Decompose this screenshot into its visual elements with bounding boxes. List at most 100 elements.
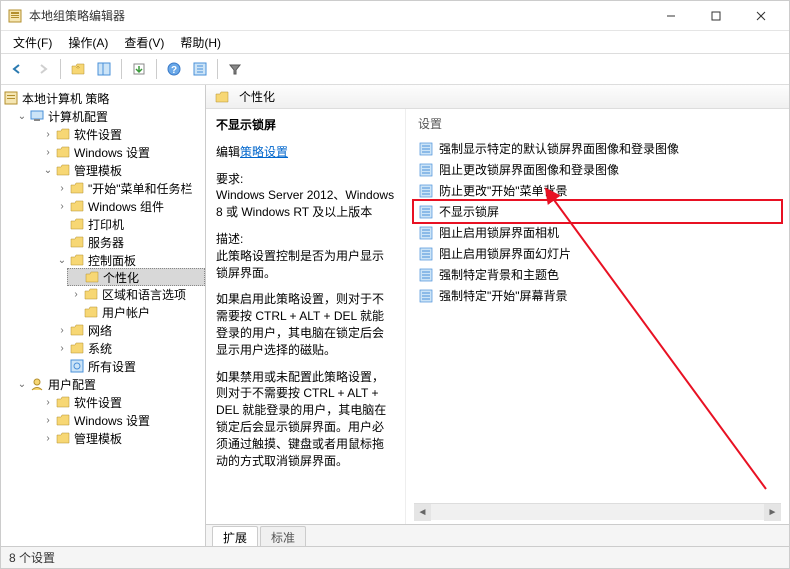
- menu-view[interactable]: 查看(V): [116, 32, 172, 53]
- setting-item[interactable]: 阻止启用锁屏界面幻灯片: [414, 243, 781, 264]
- setting-label: 阻止更改锁屏界面图像和登录图像: [439, 161, 619, 178]
- detail-header: 个性化: [206, 85, 789, 109]
- tree-pane: 本地计算机 策略 ⌄ 计算机配置 ›软件设置 ›Windows 设置 ⌄管理模板…: [1, 85, 206, 546]
- back-button[interactable]: [5, 57, 29, 81]
- setting-label: 强制显示特定的默认锁屏界面图像和登录图像: [439, 140, 679, 157]
- tree-printers[interactable]: 打印机: [53, 215, 205, 233]
- filter-button[interactable]: [223, 57, 247, 81]
- setting-label: 不显示锁屏: [439, 203, 499, 220]
- setting-label: 强制特定"开始"屏幕背景: [439, 287, 568, 304]
- settings-column: 设置 强制显示特定的默认锁屏界面图像和登录图像阻止更改锁屏界面图像和登录图像防止…: [406, 109, 789, 524]
- close-button[interactable]: [738, 2, 783, 30]
- edit-policy-link[interactable]: 策略设置: [240, 145, 288, 159]
- menubar: 文件(F) 操作(A) 查看(V) 帮助(H): [1, 31, 789, 53]
- requirements-text: Windows Server 2012、Windows 8 或 Windows …: [216, 188, 394, 219]
- chevron-right-icon[interactable]: ›: [55, 181, 69, 195]
- tree-network[interactable]: ›网络: [53, 321, 205, 339]
- description-label: 描述:: [216, 232, 243, 246]
- show-hide-tree-button[interactable]: [92, 57, 116, 81]
- chevron-down-icon[interactable]: ⌄: [15, 109, 29, 123]
- horizontal-scrollbar[interactable]: ◄ ►: [414, 503, 781, 520]
- app-icon: [7, 8, 23, 24]
- description-column: 不显示锁屏 编辑策略设置 要求: Windows Server 2012、Wind…: [206, 109, 406, 524]
- up-button[interactable]: [66, 57, 90, 81]
- chevron-down-icon[interactable]: ⌄: [55, 253, 69, 267]
- menu-help[interactable]: 帮助(H): [172, 32, 229, 53]
- tree-user-accounts[interactable]: 用户帐户: [67, 303, 205, 321]
- detail-pane: 个性化 不显示锁屏 编辑策略设置 要求: Windows Server 2012、…: [206, 85, 789, 546]
- detail-header-title: 个性化: [239, 88, 275, 105]
- tree-windows-settings[interactable]: ›Windows 设置: [39, 143, 205, 161]
- statusbar-text: 8 个设置: [9, 549, 55, 566]
- scroll-right-button[interactable]: ►: [764, 504, 781, 521]
- tree-admin-templates[interactable]: ⌄管理模板: [39, 161, 205, 179]
- policy-icon: [418, 162, 434, 178]
- policy-icon: [418, 246, 434, 262]
- setting-item[interactable]: 阻止启用锁屏界面相机: [414, 222, 781, 243]
- setting-label: 防止更改"开始"菜单背景: [439, 182, 568, 199]
- tree-servers[interactable]: 服务器: [53, 233, 205, 251]
- tree-all-settings[interactable]: 所有设置: [53, 357, 205, 375]
- setting-item[interactable]: 强制显示特定的默认锁屏界面图像和登录图像: [414, 138, 781, 159]
- help-button[interactable]: ?: [162, 57, 186, 81]
- setting-item[interactable]: 强制特定背景和主题色: [414, 264, 781, 285]
- description-text-3: 如果禁用或未配置此策略设置，则对于不需要按 CTRL + ALT + DEL 就…: [216, 369, 395, 470]
- tab-standard[interactable]: 标准: [260, 526, 306, 546]
- setting-item[interactable]: 不显示锁屏: [414, 201, 781, 222]
- setting-item[interactable]: 阻止更改锁屏界面图像和登录图像: [414, 159, 781, 180]
- policy-icon: [418, 141, 434, 157]
- requirements-label: 要求:: [216, 172, 243, 186]
- policy-icon: [418, 288, 434, 304]
- tree-software-settings[interactable]: ›软件设置: [39, 125, 205, 143]
- detail-tabs: 扩展 标准: [206, 524, 789, 546]
- chevron-right-icon[interactable]: ›: [55, 341, 69, 355]
- scroll-left-button[interactable]: ◄: [414, 504, 431, 521]
- export-button[interactable]: [127, 57, 151, 81]
- tree-user-config[interactable]: ⌄ 用户配置: [13, 375, 205, 393]
- setting-item[interactable]: 防止更改"开始"菜单背景: [414, 180, 781, 201]
- tree-user-software[interactable]: ›软件设置: [39, 393, 205, 411]
- chevron-right-icon[interactable]: ›: [41, 127, 55, 141]
- tree-control-panel[interactable]: ⌄控制面板: [53, 251, 205, 269]
- selected-policy-title: 不显示锁屏: [216, 117, 395, 134]
- tree-root[interactable]: 本地计算机 策略: [1, 89, 205, 107]
- tree-system[interactable]: ›系统: [53, 339, 205, 357]
- chevron-right-icon[interactable]: ›: [41, 431, 55, 445]
- tree-user-admin[interactable]: ›管理模板: [39, 429, 205, 447]
- description-text-1: 此策略设置控制是否为用户显示锁屏界面。: [216, 249, 384, 280]
- setting-label: 强制特定背景和主题色: [439, 266, 559, 283]
- menu-action[interactable]: 操作(A): [60, 32, 116, 53]
- tree-personalization[interactable]: 个性化: [67, 268, 205, 286]
- chevron-right-icon[interactable]: ›: [55, 323, 69, 337]
- chevron-right-icon[interactable]: ›: [41, 413, 55, 427]
- options-button[interactable]: [188, 57, 212, 81]
- chevron-right-icon[interactable]: ›: [69, 287, 83, 301]
- tree-region-language[interactable]: ›区域和语言选项: [67, 285, 205, 303]
- description-text-2: 如果启用此策略设置，则对于不需要按 CTRL + ALT + DEL 就能登录的…: [216, 291, 395, 358]
- edit-label: 编辑: [216, 145, 240, 159]
- tree-user-windows[interactable]: ›Windows 设置: [39, 411, 205, 429]
- settings-header: 设置: [414, 113, 781, 138]
- menu-file[interactable]: 文件(F): [5, 32, 60, 53]
- window-title: 本地组策略编辑器: [29, 7, 648, 24]
- tab-extended[interactable]: 扩展: [212, 526, 258, 546]
- policy-icon: [418, 267, 434, 283]
- chevron-right-icon[interactable]: ›: [41, 395, 55, 409]
- policy-icon: [418, 183, 434, 199]
- chevron-down-icon[interactable]: ⌄: [15, 377, 29, 391]
- tree-windows-components[interactable]: ›Windows 组件: [53, 197, 205, 215]
- statusbar: 8 个设置: [1, 546, 789, 568]
- minimize-button[interactable]: [648, 2, 693, 30]
- setting-item[interactable]: 强制特定"开始"屏幕背景: [414, 285, 781, 306]
- toolbar: ?: [1, 53, 789, 85]
- chevron-right-icon[interactable]: ›: [41, 145, 55, 159]
- setting-label: 阻止启用锁屏界面幻灯片: [439, 245, 571, 262]
- forward-button[interactable]: [31, 57, 55, 81]
- maximize-button[interactable]: [693, 2, 738, 30]
- policy-icon: [418, 225, 434, 241]
- tree-computer-config[interactable]: ⌄ 计算机配置: [13, 107, 205, 125]
- chevron-right-icon[interactable]: ›: [55, 199, 69, 213]
- chevron-down-icon[interactable]: ⌄: [41, 163, 55, 177]
- setting-label: 阻止启用锁屏界面相机: [439, 224, 559, 241]
- tree-start-taskbar[interactable]: ›"开始"菜单和任务栏: [53, 179, 205, 197]
